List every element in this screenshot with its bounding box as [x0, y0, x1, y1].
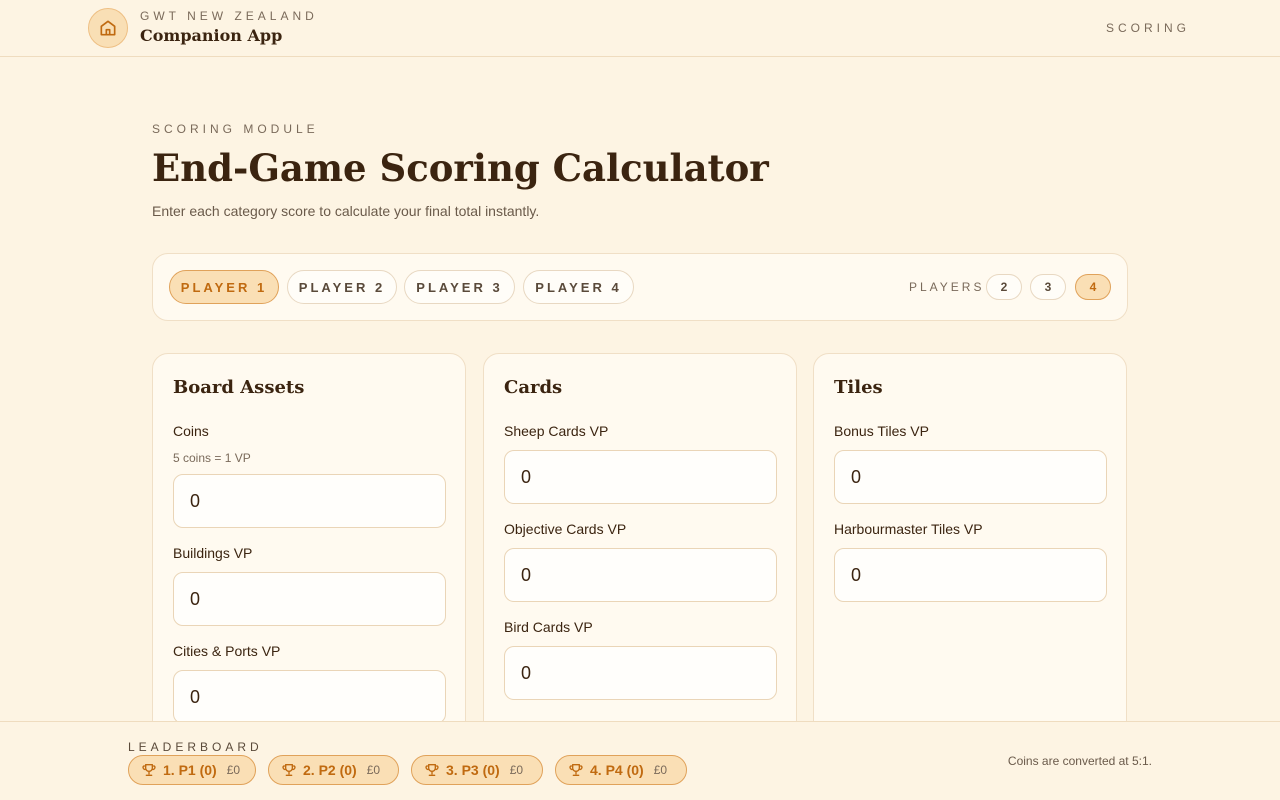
objective-cards-label: Objective Cards VP: [504, 521, 627, 537]
top-bar: GWT NEW ZEALAND Companion App SCORING: [0, 0, 1280, 57]
bonus-tiles-label: Bonus Tiles VP: [834, 423, 929, 439]
house-icon: [100, 20, 116, 36]
sheep-cards-label: Sheep Cards VP: [504, 423, 609, 439]
cards-card: Cards Sheep Cards VP Objective Cards VP …: [483, 353, 797, 773]
leaderboard-entry-text: 4. P4 (0): [590, 762, 644, 778]
buildings-input[interactable]: [173, 572, 446, 626]
coins-hint: 5 coins = 1 VP: [173, 451, 251, 465]
leaderboard-entry-money: £0: [226, 763, 241, 777]
page-subtitle: Enter each category score to calculate y…: [152, 203, 540, 219]
player-selector-bar: PLAYER 1 PLAYER 2 PLAYER 3 PLAYER 4 PLAY…: [152, 253, 1128, 321]
brand-title: Companion App: [140, 26, 283, 45]
tiles-card: Tiles Bonus Tiles VP Harbourmaster Tiles…: [813, 353, 1127, 773]
leaderboard-entry-money: £0: [509, 763, 524, 777]
buildings-label: Buildings VP: [173, 545, 253, 561]
leaderboard-entry-text: 3. P3 (0): [446, 762, 500, 778]
trophy-icon: [425, 764, 439, 776]
objective-cards-input[interactable]: [504, 548, 777, 602]
tab-player-4[interactable]: PLAYER 4: [523, 270, 634, 304]
trophy-icon: [282, 764, 296, 776]
brand-subtitle: GWT NEW ZEALAND: [140, 9, 318, 23]
leaderboard-entry[interactable]: 3. P3 (0) £0: [411, 755, 543, 785]
coins-input[interactable]: [173, 474, 446, 528]
leaderboard-entry-money: £0: [366, 763, 381, 777]
leaderboard-entry-money: £0: [653, 763, 668, 777]
leaderboard-footer: LEADERBOARD 1. P1 (0) £0 2. P2 (0) £0 3.…: [0, 721, 1280, 800]
coins-label: Coins: [173, 423, 209, 439]
bird-cards-input[interactable]: [504, 646, 777, 700]
tab-player-1[interactable]: PLAYER 1: [169, 270, 279, 304]
card-title: Board Assets: [173, 377, 305, 398]
leaderboard-entry-text: 2. P2 (0): [303, 762, 357, 778]
nav-scoring-link[interactable]: SCORING: [1106, 21, 1190, 35]
conversion-footnote: Coins are converted at 5:1.: [1007, 754, 1152, 768]
tab-player-2[interactable]: PLAYER 2: [287, 270, 397, 304]
home-button[interactable]: [88, 8, 128, 48]
bird-cards-label: Bird Cards VP: [504, 619, 593, 635]
player-count-2-button[interactable]: 2: [986, 274, 1022, 300]
leaderboard-entry[interactable]: 2. P2 (0) £0: [268, 755, 399, 785]
leaderboard-entry[interactable]: 1. P1 (0) £0: [128, 755, 256, 785]
card-title: Tiles: [834, 377, 883, 398]
harbourmaster-tiles-label: Harbourmaster Tiles VP: [834, 521, 983, 537]
harbourmaster-tiles-input[interactable]: [834, 548, 1107, 602]
tab-player-3[interactable]: PLAYER 3: [404, 270, 515, 304]
leaderboard-entry[interactable]: 4. P4 (0) £0: [555, 755, 687, 785]
page-eyebrow: SCORING MODULE: [152, 122, 319, 136]
cities-ports-label: Cities & Ports VP: [173, 643, 281, 659]
leaderboard-entry-text: 1. P1 (0): [163, 762, 217, 778]
leaderboard-label: LEADERBOARD: [128, 740, 263, 754]
player-count-label: PLAYERS: [909, 280, 985, 294]
player-count-4-button[interactable]: 4: [1075, 274, 1111, 300]
bonus-tiles-input[interactable]: [834, 450, 1107, 504]
trophy-icon: [569, 764, 583, 776]
player-count-3-button[interactable]: 3: [1030, 274, 1066, 300]
board-assets-card: Board Assets Coins 5 coins = 1 VP Buildi…: [152, 353, 466, 773]
cities-ports-input[interactable]: [173, 670, 446, 724]
trophy-icon: [142, 764, 156, 776]
page-title: End-Game Scoring Calculator: [152, 146, 769, 190]
card-title: Cards: [504, 377, 563, 398]
sheep-cards-input[interactable]: [504, 450, 777, 504]
